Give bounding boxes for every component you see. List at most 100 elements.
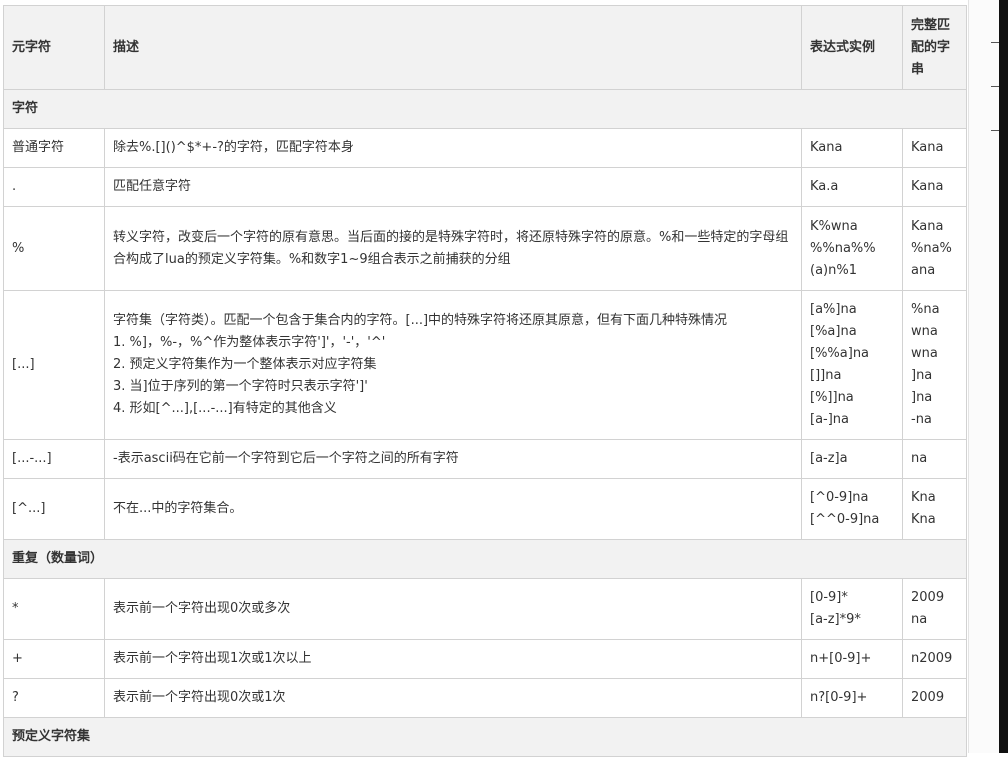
description-line: 4. 形如[^...],[...-...]有特定的其他含义: [113, 401, 337, 416]
table-row: . 匹配任意字符 Ka.a Kana: [3, 167, 967, 207]
match-line: Kana: [911, 179, 944, 194]
section-header-row: 预定义字符集: [3, 717, 967, 757]
description-cell: 表示前一个字符出现0次或1次: [104, 678, 802, 718]
match-line: %na%: [911, 240, 952, 256]
table-row: % 转义字符，改变后一个字符的原有意思。当后面的接的是特殊字符时，将还原特殊字符的…: [3, 206, 967, 291]
example-cell: [^0-9]na [^^0-9]na: [801, 478, 903, 540]
table-row: [^...] 不在...中的字符集合。 [^0-9]na [^^0-9]na Kna Kn…: [3, 478, 967, 540]
description-cell: 表示前一个字符出现0次或多次: [104, 578, 802, 640]
section-header-row: 重复（数量词）: [3, 539, 967, 579]
match-line: wna: [911, 324, 938, 339]
column-header-meta: 元字符: [3, 5, 105, 90]
match-line: na: [911, 451, 928, 466]
match-cell: %na wna wna]na]na -na: [902, 290, 967, 440]
column-header-example: 表达式实例: [801, 5, 903, 90]
example-line: [a%]na: [810, 302, 857, 317]
right-scroll-gutter[interactable]: [968, 0, 1008, 753]
example-cell: n?[0-9]+: [801, 678, 903, 718]
gutter-tick: [991, 130, 999, 131]
example-line: [^^0-9]na: [810, 512, 880, 527]
table-row: + 表示前一个字符出现1次或1次以上 n+[0-9]+ n2009: [3, 639, 967, 679]
table-body: 字符 普通字符 除去%.[]()^$*+-?的字符，匹配字符本身 Kana Kana. 匹…: [3, 89, 967, 757]
description-cell: 表示前一个字符出现1次或1次以上: [104, 639, 802, 679]
example-line: n+[0-9]+: [810, 651, 872, 666]
example-line: [%a]na: [810, 324, 857, 339]
match-cell: na: [902, 439, 967, 479]
description-line: 不在...中的字符集合。: [113, 501, 243, 516]
description-cell: -表示ascii码在它前一个字符到它后一个字符之间的所有字符: [104, 439, 802, 479]
example-line: (a)n%1: [810, 262, 857, 278]
table-header-row: 元字符 描述 表达式实例 完整匹配的字串: [3, 5, 967, 90]
example-line: [%]]na: [810, 390, 854, 405]
gutter-tick: [991, 42, 999, 43]
column-header-match: 完整匹配的字串: [902, 5, 967, 90]
description-line: 表示前一个字符出现0次或1次: [113, 690, 286, 705]
meta-character-cell: %: [3, 206, 105, 291]
example-cell: [a-z]a: [801, 439, 903, 479]
description-line: 匹配任意字符: [113, 179, 192, 194]
description-cell: 匹配任意字符: [104, 167, 802, 207]
section-title: 重复（数量词）: [3, 539, 967, 579]
match-line: 2009: [911, 590, 945, 605]
window-edge-strip: [999, 0, 1008, 753]
match-line: Kana: [911, 218, 944, 234]
example-line: []]na: [810, 368, 842, 383]
match-line: Kana: [911, 140, 944, 155]
description-line: -表示ascii码在它前一个字符到它后一个字符之间的所有字符: [113, 451, 459, 466]
match-line: ]na: [911, 390, 933, 405]
example-line: %%na%%: [810, 240, 876, 256]
match-cell: 2009: [902, 678, 967, 718]
description-line: 除去%.[]()^$*+-?的字符，匹配字符本身: [113, 140, 354, 155]
regex-reference-table-container: 元字符 描述 表达式实例 完整匹配的字串 字符 普通字符 除去%.[]()^$*+-…: [3, 5, 967, 757]
table-row: [...] 字符集（字符类）。匹配一个包含于集合内的字符。[...]中的特殊字符将…: [3, 290, 967, 440]
match-cell: Kana: [902, 167, 967, 207]
table-row: ? 表示前一个字符出现0次或1次 n?[0-9]+ 2009: [3, 678, 967, 718]
example-cell: n+[0-9]+: [801, 639, 903, 679]
match-cell: Kna Kna: [902, 478, 967, 540]
example-line: [^0-9]na: [810, 490, 869, 505]
example-line: K%wna: [810, 218, 858, 234]
example-cell: Kana: [801, 128, 903, 168]
meta-character-cell: [^...]: [3, 478, 105, 540]
match-cell: 2009 na: [902, 578, 967, 640]
description-line: 2. 预定义字符集作为一个整体表示对应字符集: [113, 357, 377, 372]
example-cell: Ka.a: [801, 167, 903, 207]
meta-character-cell: [...-...]: [3, 439, 105, 479]
example-line: [a-z]a: [810, 451, 848, 466]
section-title: 预定义字符集: [3, 717, 967, 757]
match-line: n2009: [911, 651, 953, 666]
table-row: 普通字符 除去%.[]()^$*+-?的字符，匹配字符本身 Kana Kana: [3, 128, 967, 168]
description-line: 转义字符，改变后一个字符的原有意思。当后面的接的是特殊字符时，将还原特殊字符的原…: [113, 229, 789, 267]
example-line: [0-9]*: [810, 590, 848, 605]
description-cell: 不在...中的字符集合。: [104, 478, 802, 540]
example-line: [a-]na: [810, 412, 850, 427]
match-line: %na: [911, 302, 940, 317]
section-header-row: 字符: [3, 89, 967, 129]
description-line: 1. %]，%-，%^作为整体表示字符']'，'-'，'^': [113, 335, 386, 350]
example-line: Ka.a: [810, 179, 839, 194]
example-line: [a-z]*9*: [810, 612, 861, 627]
example-line: Kana: [810, 140, 843, 155]
description-cell: 除去%.[]()^$*+-?的字符，匹配字符本身: [104, 128, 802, 168]
meta-character-cell: [...]: [3, 290, 105, 440]
description-line: 字符集（字符类）。匹配一个包含于集合内的字符。[...]中的特殊字符将还原其原意…: [113, 313, 728, 328]
example-line: [%%a]na: [810, 346, 870, 361]
match-cell: Kana %na% ana: [902, 206, 967, 291]
column-header-description: 描述: [104, 5, 802, 90]
match-cell: Kana: [902, 128, 967, 168]
match-line: ]na: [911, 368, 933, 383]
table-row: * 表示前一个字符出现0次或多次 [0-9]* [a-z]*9* 2009 na: [3, 578, 967, 640]
match-line: ana: [911, 262, 936, 278]
match-cell: n2009: [902, 639, 967, 679]
section-title: 字符: [3, 89, 967, 129]
regex-reference-table: 元字符 描述 表达式实例 完整匹配的字串 字符 普通字符 除去%.[]()^$*+-…: [3, 5, 967, 757]
meta-character-cell: 普通字符: [3, 128, 105, 168]
match-line: wna: [911, 346, 938, 361]
description-line: 3. 当]位于序列的第一个字符时只表示字符']': [113, 379, 368, 394]
match-line: Kna: [911, 490, 936, 505]
description-line: 表示前一个字符出现0次或多次: [113, 601, 291, 616]
example-cell: [0-9]* [a-z]*9*: [801, 578, 903, 640]
gutter-tick: [991, 86, 999, 87]
match-line: na: [911, 612, 928, 627]
description-cell: 转义字符，改变后一个字符的原有意思。当后面的接的是特殊字符时，将还原特殊字符的原…: [104, 206, 802, 291]
